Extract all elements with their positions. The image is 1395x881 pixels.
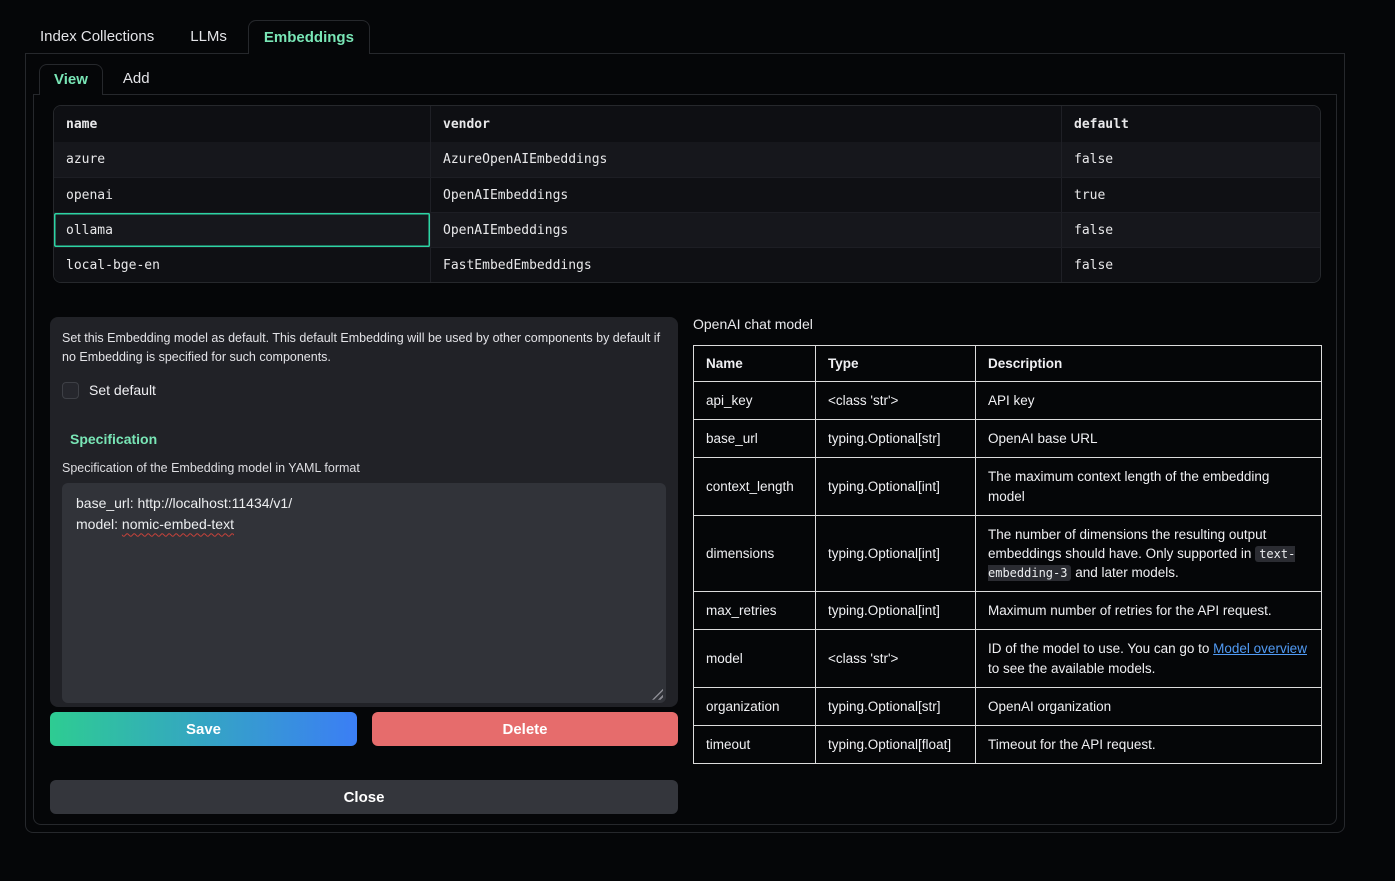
param-description: Maximum number of retries for the API re… [976,592,1322,630]
param-type: <class 'str'> [816,382,976,420]
model-overview-link[interactable]: Model overview [1213,641,1307,656]
table-row[interactable]: ollamaOpenAIEmbeddingsfalse [54,212,1320,247]
close-button[interactable]: Close [50,780,678,814]
code-chip: text-embedding-3 [988,546,1295,581]
params-row: organizationtyping.Optional[str]OpenAI o… [694,687,1322,725]
tab-view[interactable]: View [39,64,103,95]
table-cell[interactable]: false [1062,142,1307,177]
param-description: OpenAI organization [976,687,1322,725]
emb-column-header-default[interactable]: default [1062,106,1307,142]
right-panel-title: OpenAI chat model [693,316,813,332]
params-row: dimensionstyping.Optional[int]The number… [694,515,1322,591]
params-header-row: NameTypeDescription [694,346,1322,382]
param-name: dimensions [694,515,816,591]
param-description: ID of the model to use. You can go to Mo… [976,630,1322,687]
table-cell[interactable]: FastEmbedEmbeddings [431,248,1062,282]
main-tab-nav: Index Collections LLMs Embeddings [25,20,1345,54]
sub-tab-nav: View Add [33,64,1337,95]
emb-column-header-vendor[interactable]: vendor [431,106,1062,142]
table-cell[interactable]: openai [54,178,431,212]
params-row: context_lengthtyping.Optional[int]The ma… [694,458,1322,515]
params-row: model<class 'str'>ID of the model to use… [694,630,1322,687]
params-table: NameTypeDescription api_key<class 'str'>… [693,345,1322,764]
table-cell[interactable]: ollama [54,213,431,247]
table-cell[interactable]: local-bge-en [54,248,431,282]
specification-sublabel: Specification of the Embedding model in … [62,461,666,475]
params-column-header-name: Name [694,346,816,382]
param-name: model [694,630,816,687]
yaml-line-2: model: nomic-embed-text [76,514,652,536]
set-default-checkbox[interactable] [62,382,79,399]
param-type: typing.Optional[int] [816,592,976,630]
param-description: OpenAI base URL [976,420,1322,458]
set-default-row: Set default [62,382,666,399]
params-column-header-description: Description [976,346,1322,382]
table-cell[interactable]: false [1062,248,1307,282]
table-cell[interactable]: OpenAIEmbeddings [431,178,1062,212]
table-row[interactable]: azureAzureOpenAIEmbeddingsfalse [54,142,1320,177]
emb-column-header-name[interactable]: name [54,106,431,142]
table-row[interactable]: openaiOpenAIEmbeddingstrue [54,177,1320,212]
param-name: max_retries [694,592,816,630]
params-column-header-type: Type [816,346,976,382]
yaml-line-1: base_url: http://localhost:11434/v1/ [76,493,652,515]
tab-add[interactable]: Add [109,64,164,94]
specification-heading: Specification [70,431,666,447]
yaml-editor[interactable]: base_url: http://localhost:11434/v1/ mod… [62,483,666,703]
table-cell[interactable]: OpenAIEmbeddings [431,213,1062,247]
default-and-spec-group: Set this Embedding model as default. Thi… [50,317,678,707]
param-name: context_length [694,458,816,515]
params-row: base_urltyping.Optional[str]OpenAI base … [694,420,1322,458]
param-description: The maximum context length of the embedd… [976,458,1322,515]
tab-index-collections[interactable]: Index Collections [25,20,169,53]
tab-embeddings[interactable]: Embeddings [248,20,370,54]
param-description: The number of dimensions the resulting o… [976,515,1322,591]
params-row: max_retriestyping.Optional[int]Maximum n… [694,592,1322,630]
emb-table-body: azureAzureOpenAIEmbeddingsfalseopenaiOpe… [54,142,1320,282]
param-type: typing.Optional[str] [816,687,976,725]
emb-table-header-row: namevendordefault [54,106,1320,142]
delete-button[interactable]: Delete [372,712,678,746]
param-description: Timeout for the API request. [976,725,1322,763]
param-type: typing.Optional[int] [816,458,976,515]
params-row: timeouttyping.Optional[float]Timeout for… [694,725,1322,763]
table-row[interactable]: local-bge-enFastEmbedEmbeddingsfalse [54,247,1320,282]
table-cell[interactable]: azure [54,142,431,177]
param-name: timeout [694,725,816,763]
param-type: <class 'str'> [816,630,976,687]
main-tabs: Index Collections LLMs Embeddings View A… [25,20,1345,833]
save-button[interactable]: Save [50,712,357,746]
set-default-label: Set default [89,382,156,398]
param-name: api_key [694,382,816,420]
param-type: typing.Optional[int] [816,515,976,591]
param-description: API key [976,382,1322,420]
view-tab-panel: namevendordefault azureAzureOpenAIEmbedd… [33,95,1337,825]
embeddings-tab-panel: View Add namevendordefault azureAzureOpe… [25,54,1345,833]
table-cell[interactable]: false [1062,213,1307,247]
param-type: typing.Optional[str] [816,420,976,458]
table-cell[interactable]: true [1062,178,1307,212]
resize-handle-icon[interactable] [652,689,663,700]
embeddings-table: namevendordefault azureAzureOpenAIEmbedd… [53,105,1321,283]
tab-llms[interactable]: LLMs [175,20,242,53]
param-type: typing.Optional[float] [816,725,976,763]
param-name: organization [694,687,816,725]
table-cell[interactable]: AzureOpenAIEmbeddings [431,142,1062,177]
set-default-info: Set this Embedding model as default. Thi… [62,329,662,368]
params-row: api_key<class 'str'>API key [694,382,1322,420]
param-name: base_url [694,420,816,458]
